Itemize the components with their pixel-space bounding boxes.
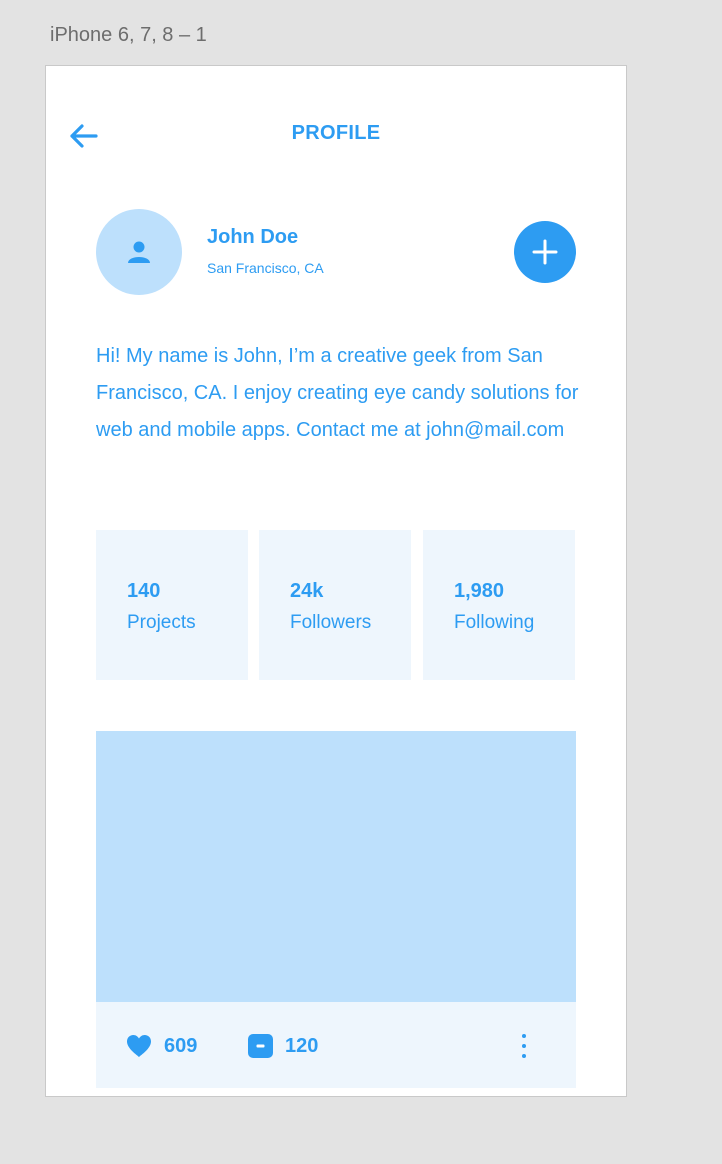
user-location: San Francisco, CA (207, 260, 324, 276)
post-footer: 609 120 (96, 1002, 576, 1088)
stat-projects[interactable]: 140 Projects (96, 530, 248, 680)
page-title: PROFILE (291, 122, 381, 144)
avatar[interactable] (96, 209, 182, 295)
stat-value: 1,980 (454, 580, 505, 602)
stat-following[interactable]: 1,980 Following (423, 530, 575, 680)
like-button[interactable]: 609 (126, 1033, 197, 1059)
user-icon (128, 241, 150, 263)
likes-count: 609 (164, 1034, 198, 1057)
heart-icon (127, 1035, 151, 1057)
comment-button[interactable]: 120 (248, 1033, 318, 1059)
add-button[interactable] (514, 221, 576, 283)
stat-label: Projects (127, 612, 196, 633)
stat-label: Following (454, 612, 535, 633)
stat-label: Followers (290, 612, 372, 633)
more-options-button[interactable] (514, 1032, 534, 1060)
post-image[interactable] (96, 731, 576, 1002)
stat-value: 24k (290, 580, 324, 602)
user-name: John Doe (207, 226, 299, 248)
artboard-label: iPhone 6, 7, 8 – 1 (50, 24, 207, 46)
user-bio: Hi! My name is John, I’m a creative geek… (96, 345, 579, 441)
comment-icon (248, 1034, 273, 1058)
plus-icon (532, 239, 558, 265)
comments-count: 120 (285, 1034, 319, 1057)
stat-followers[interactable]: 24k Followers (259, 530, 411, 680)
profile-screen: PROFILE John Doe San Francisco, CA Hi! M… (45, 65, 627, 1097)
stat-value: 140 (127, 580, 161, 602)
